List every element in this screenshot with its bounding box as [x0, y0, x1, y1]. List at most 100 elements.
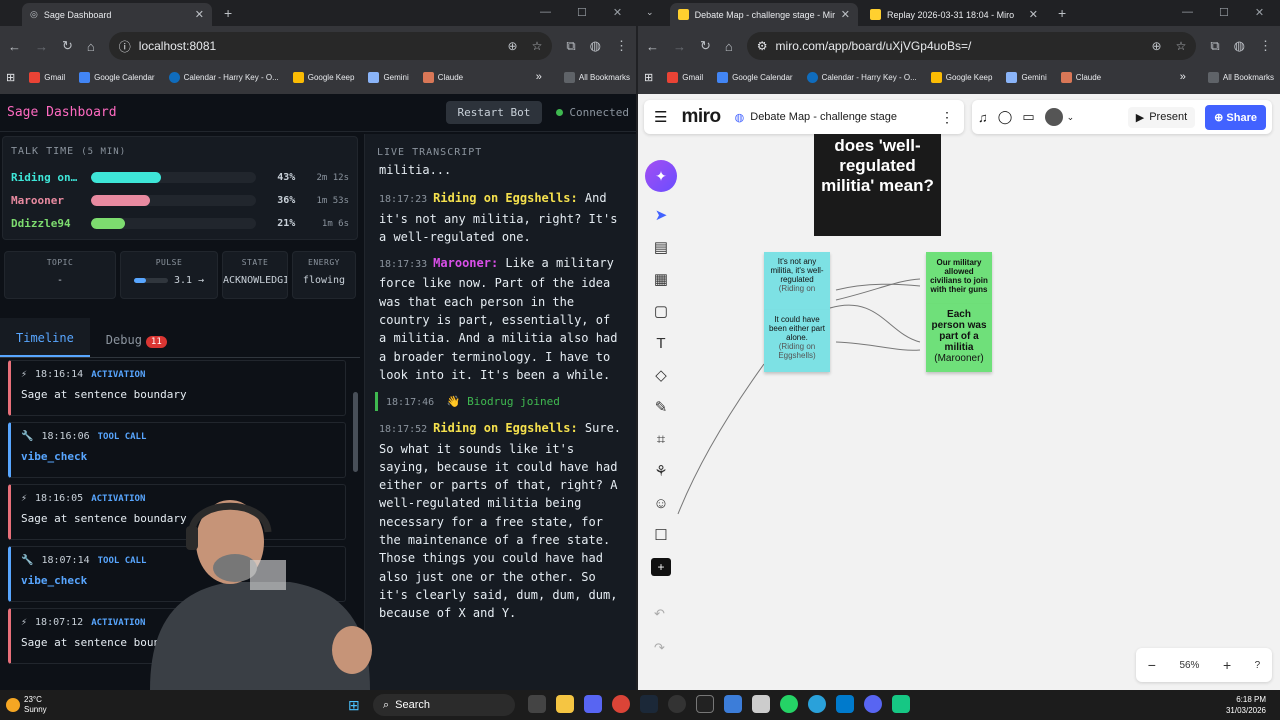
board-name[interactable]: ◍ Debate Map - challenge stage	[735, 111, 897, 124]
app-icon[interactable]	[668, 695, 686, 713]
chevron-down-icon[interactable]: ⌄	[1067, 112, 1075, 123]
apps-icon[interactable]: ⊞	[644, 71, 653, 84]
reload-icon[interactable]: ↻	[62, 38, 73, 54]
avatar[interactable]	[1044, 108, 1063, 126]
back-icon[interactable]: ←	[646, 39, 659, 54]
zoom-in-icon[interactable]: +	[1223, 657, 1231, 673]
stickers-icon[interactable]: ☺	[651, 494, 671, 512]
task-view-icon[interactable]	[528, 695, 546, 713]
restart-bot-button[interactable]: Restart Bot	[445, 101, 543, 124]
whatsapp-icon[interactable]	[780, 695, 798, 713]
profile-icon[interactable]: ◍	[590, 38, 601, 54]
menu-icon[interactable]: ⋮	[615, 38, 628, 54]
home-icon[interactable]: ⌂	[87, 39, 95, 54]
zoom-level[interactable]: 56%	[1179, 660, 1199, 671]
tab-replay[interactable]: Replay 2026-03-31 18:04 - Miro ✕	[862, 3, 1046, 26]
sticky-note[interactable]: It could have been either part alone. (Ri…	[764, 310, 830, 372]
bookmark-star-icon[interactable]: ☆	[1176, 39, 1187, 53]
bookmark-gmail[interactable]: Gmail	[667, 71, 703, 83]
pen-icon[interactable]: ✎	[651, 398, 671, 416]
timeline-item[interactable]: 🔧 18:16:06 TOOL CALL vibe_check	[8, 422, 346, 478]
sticky-note[interactable]: It's not any militia, it's well-regulate…	[764, 252, 830, 310]
bookmark-calendar[interactable]: Google Calendar	[79, 71, 155, 83]
extensions-icon[interactable]: ⧉	[1210, 38, 1219, 54]
extensions-icon[interactable]: ⧉	[566, 38, 575, 54]
app-icon[interactable]	[892, 695, 910, 713]
terminal-icon[interactable]	[696, 695, 714, 713]
timeline-item[interactable]: ⚡ 18:16:14 ACTIVATION Sage at sentence boun…	[8, 360, 346, 416]
maximize-icon[interactable]: ☐	[577, 6, 587, 19]
share-button[interactable]: ⊕ Share	[1205, 104, 1266, 130]
sticky-note[interactable]: Each person was part of a militia (Maroon…	[926, 304, 992, 372]
miro-board[interactable]: ☰ miro ◍ Debate Map - challenge stage ⋮ ♫…	[638, 94, 1280, 690]
all-bookmarks[interactable]: » All Bookmarks	[1180, 71, 1274, 83]
bookmark-claude[interactable]: Claude	[1060, 71, 1101, 83]
bookmark-calendar[interactable]: Google Calendar	[717, 71, 793, 83]
timeline-scrollbar[interactable]	[353, 392, 358, 472]
close-window-icon[interactable]: ✕	[613, 6, 622, 19]
notepad-icon[interactable]	[752, 695, 770, 713]
close-tab-icon[interactable]: ✕	[195, 8, 204, 21]
tab-debug[interactable]: Debug 11	[90, 333, 183, 357]
hamburger-icon[interactable]: ☰	[654, 108, 667, 126]
help-icon[interactable]: ?	[1255, 660, 1261, 671]
chevron-right-icon[interactable]: »	[1180, 71, 1186, 83]
weather-widget[interactable]: 23°C Sunny	[0, 695, 120, 715]
tab-debate-map[interactable]: Debate Map - challenge stage - Miro ✕	[670, 3, 858, 26]
menu-icon[interactable]: ⋮	[1259, 38, 1272, 54]
bookmark-claude[interactable]: Claude	[422, 71, 463, 83]
bookmark-outlook[interactable]: Calendar - Harry Key - O...	[168, 71, 279, 83]
site-info-icon[interactable]: ⓘ	[119, 38, 131, 55]
bookmark-keep[interactable]: Google Keep	[292, 71, 354, 83]
site-settings-icon[interactable]: ⚙	[757, 39, 768, 53]
chevron-right-icon[interactable]: »	[536, 71, 542, 83]
sticky-note[interactable]: Our military allowed civilians to join w…	[926, 252, 992, 304]
minimize-icon[interactable]: —	[540, 6, 551, 19]
vscode-icon[interactable]	[836, 695, 854, 713]
video-icon[interactable]: ▭	[1022, 109, 1034, 125]
address-bar[interactable]: ⓘ localhost:8081 ⊕ ☆	[108, 32, 553, 60]
comments-icon[interactable]: ◯	[998, 109, 1013, 125]
telegram-icon[interactable]	[808, 695, 826, 713]
maximize-icon[interactable]: ☐	[1219, 6, 1229, 19]
bookmark-gemini[interactable]: Gemini	[368, 71, 409, 83]
redo-icon[interactable]: ↷	[654, 640, 665, 656]
ai-sparkle-icon[interactable]: ✦	[645, 160, 677, 192]
forward-icon[interactable]: →	[673, 39, 686, 54]
bookmark-keep[interactable]: Google Keep	[930, 71, 992, 83]
app-icon[interactable]	[864, 695, 882, 713]
close-tab-icon[interactable]: ✕	[1029, 8, 1038, 21]
zoom-out-icon[interactable]: −	[1148, 657, 1156, 673]
text-tool-icon[interactable]: T	[651, 334, 671, 352]
all-bookmarks[interactable]: » All Bookmarks	[536, 71, 630, 83]
question-card[interactable]: does 'well-regulated militia' mean?	[814, 134, 941, 236]
bookmark-outlook[interactable]: Calendar - Harry Key - O...	[806, 71, 917, 83]
bookmark-gmail[interactable]: Gmail	[29, 71, 65, 83]
discord-icon[interactable]	[584, 695, 602, 713]
profile-icon[interactable]: ◍	[1234, 38, 1245, 54]
new-tab-icon[interactable]: +	[1058, 5, 1066, 21]
reload-icon[interactable]: ↻	[700, 38, 711, 54]
shapes-icon[interactable]: ◇	[651, 366, 671, 384]
file-explorer-icon[interactable]	[556, 695, 574, 713]
present-button[interactable]: ▶ Present	[1127, 106, 1196, 128]
taskbar-search[interactable]: ⌕ Search	[373, 694, 515, 716]
reactions-icon[interactable]: ♫	[978, 110, 988, 125]
forward-icon[interactable]: →	[35, 39, 48, 54]
new-tab-icon[interactable]: +	[224, 5, 232, 21]
templates-icon[interactable]: ▤	[651, 238, 671, 256]
more-options-icon[interactable]: ⋮	[940, 109, 954, 126]
sticky-note-icon[interactable]: ▢	[651, 302, 671, 320]
close-tab-icon[interactable]: ✕	[841, 8, 850, 21]
add-more-icon[interactable]: +	[651, 558, 671, 576]
home-icon[interactable]: ⌂	[725, 39, 733, 54]
close-window-icon[interactable]: ✕	[1255, 6, 1264, 19]
table-icon[interactable]: ▦	[651, 270, 671, 288]
steam-icon[interactable]	[640, 695, 658, 713]
diagram-icon[interactable]: ⚘	[651, 462, 671, 480]
bookmark-star-icon[interactable]: ☆	[532, 39, 543, 53]
minimize-icon[interactable]: —	[1182, 6, 1193, 19]
tab-search-icon[interactable]: ⌄	[646, 7, 654, 18]
system-clock[interactable]: 6:18 PM 31/03/2026	[1226, 694, 1266, 716]
tab-sage-dashboard[interactable]: ◎ Sage Dashboard ✕	[22, 3, 212, 26]
